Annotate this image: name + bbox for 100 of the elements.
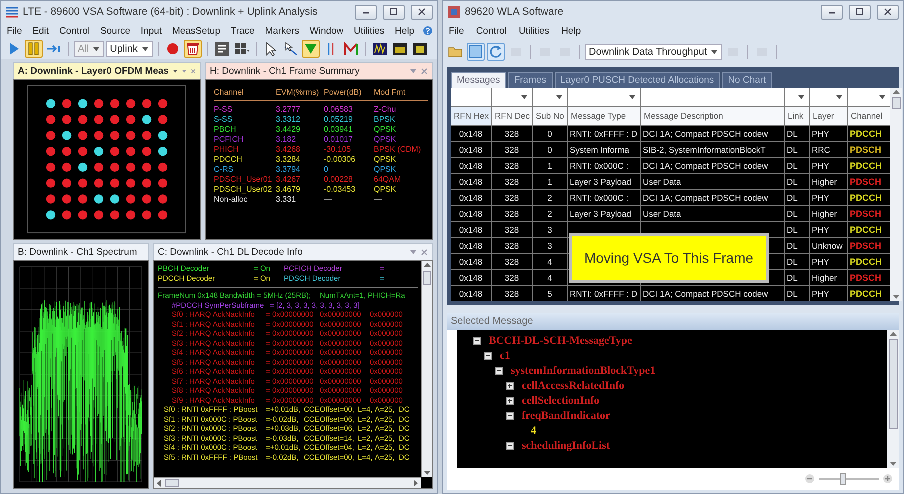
menu-item[interactable]: Input bbox=[138, 26, 164, 36]
modulation-format: QPSK bbox=[374, 185, 398, 194]
tree-expander[interactable] bbox=[506, 412, 514, 420]
trace-chart-button[interactable] bbox=[370, 40, 389, 58]
tree-expander[interactable] bbox=[495, 366, 503, 374]
menu-item[interactable]: Utilities bbox=[516, 26, 552, 36]
help-icon bbox=[422, 26, 433, 36]
table-cell: DCI 1A; Compact PDSCH codew bbox=[641, 190, 784, 205]
vertical-scrollbar[interactable] bbox=[887, 330, 899, 468]
caret-icon bbox=[629, 94, 636, 100]
scroll-thumb[interactable] bbox=[165, 479, 179, 487]
horizontal-scrollbar[interactable] bbox=[154, 477, 421, 488]
panel-chart-button[interactable] bbox=[410, 40, 429, 58]
filter-field[interactable] bbox=[785, 88, 809, 106]
tree-expander[interactable] bbox=[506, 382, 514, 390]
dropdown[interactable]: Downlink Data Throughput bbox=[585, 44, 722, 60]
column-header[interactable]: Message Type bbox=[568, 107, 640, 125]
maximize-button[interactable] bbox=[849, 4, 871, 20]
table-cell: PHY bbox=[810, 222, 847, 237]
filter-field[interactable] bbox=[641, 88, 784, 106]
menu-item[interactable]: Markers bbox=[263, 26, 302, 36]
menu-item[interactable]: Control bbox=[57, 26, 92, 36]
panel-chart-icon bbox=[412, 41, 428, 57]
table-cell: 328 bbox=[492, 286, 532, 301]
column-header[interactable]: Sub No bbox=[533, 107, 567, 125]
bin-button[interactable] bbox=[184, 40, 202, 58]
tree-expander[interactable] bbox=[506, 442, 514, 450]
column-header[interactable]: Message Description bbox=[641, 107, 784, 125]
menu-item[interactable]: File bbox=[447, 26, 466, 36]
window-icon bbox=[468, 44, 484, 60]
tree-node-label[interactable]: schedulingInfoList bbox=[522, 440, 610, 452]
column-header[interactable]: RFN Hex bbox=[451, 107, 491, 125]
filter-field[interactable] bbox=[492, 88, 532, 106]
tab[interactable]: Frames bbox=[508, 72, 553, 88]
annotation-button[interactable] bbox=[212, 40, 231, 58]
tab[interactable]: Layer0 PUSCH Detected Allocations bbox=[554, 72, 720, 88]
refresh-icon bbox=[488, 44, 504, 60]
menu-item[interactable]: Source bbox=[98, 26, 133, 36]
window-button[interactable] bbox=[467, 43, 485, 61]
panel-header[interactable]: B: Downlink - Ch1 Spectrum bbox=[13, 243, 149, 260]
tree-node-label[interactable]: BCCH-DL-SCH-MessageType bbox=[489, 334, 632, 346]
maximize-button[interactable] bbox=[383, 4, 405, 20]
table-cell: 328 bbox=[492, 142, 532, 157]
modulation-format: 64QAM bbox=[374, 175, 402, 184]
close-button[interactable] bbox=[411, 4, 433, 20]
filter-field[interactable] bbox=[533, 88, 567, 106]
column-header[interactable]: RFN Dec bbox=[492, 107, 532, 125]
filter-field[interactable] bbox=[568, 88, 640, 106]
dropdown[interactable]: Uplink bbox=[106, 41, 153, 57]
tab[interactable]: Messages bbox=[451, 72, 506, 88]
column-header[interactable]: Channel bbox=[848, 107, 890, 125]
table-cell: 0x148 bbox=[451, 286, 491, 301]
tree-expander[interactable] bbox=[506, 396, 514, 404]
menu-item[interactable]: Trace bbox=[228, 26, 257, 36]
panel-header[interactable]: C: Downlink - Ch1 DL Decode Info bbox=[153, 243, 433, 260]
table-cell: 328 bbox=[492, 206, 532, 221]
menu-item[interactable]: Utilities bbox=[352, 26, 387, 36]
column-header[interactable]: Layer bbox=[810, 107, 847, 125]
tree-expander[interactable] bbox=[484, 352, 492, 360]
menu-item[interactable]: Window bbox=[308, 26, 346, 36]
panel-header[interactable]: H: Downlink - Ch1 Frame Summary bbox=[205, 62, 433, 79]
scroll-thumb[interactable] bbox=[892, 97, 900, 109]
scroll-thumb[interactable] bbox=[888, 339, 898, 429]
scroll-up-icon bbox=[890, 332, 896, 336]
close-button[interactable] bbox=[877, 4, 899, 20]
tree-node-label[interactable]: systemInformationBlockType1 bbox=[511, 364, 656, 376]
menu-item[interactable]: Help bbox=[393, 26, 417, 36]
tree-node-label[interactable]: freqBandIndicator bbox=[522, 410, 610, 422]
table-cell: DL bbox=[785, 158, 809, 173]
table-cell: 1 bbox=[533, 158, 567, 173]
vertical-scrollbar[interactable] bbox=[421, 261, 432, 477]
channel-name: PBCH bbox=[214, 125, 238, 134]
refresh-button[interactable] bbox=[487, 43, 505, 61]
filter-field[interactable] bbox=[810, 88, 847, 106]
column-header[interactable]: Link bbox=[785, 107, 809, 125]
tree-expander[interactable] bbox=[473, 336, 481, 344]
filter-field[interactable] bbox=[848, 88, 890, 106]
minimize-button[interactable] bbox=[355, 4, 377, 20]
panel-header[interactable]: A: Downlink - Layer0 OFDM Meas bbox=[13, 62, 201, 79]
tab[interactable]: No Chart bbox=[722, 72, 772, 88]
menu-item[interactable]: Help bbox=[560, 26, 584, 36]
menu-item[interactable]: File bbox=[5, 26, 24, 36]
pause-button[interactable] bbox=[25, 40, 43, 58]
menu-item[interactable]: Control bbox=[474, 26, 509, 36]
column-header: EVM(%rms) bbox=[276, 88, 324, 101]
tree-node-label[interactable]: cellAccessRelatedInfo bbox=[522, 380, 625, 392]
vertical-scrollbar[interactable] bbox=[890, 88, 902, 301]
tree-node-label[interactable]: c1 bbox=[500, 350, 510, 362]
menu-item[interactable]: MeasSetup bbox=[170, 26, 222, 36]
close-icon bbox=[421, 248, 428, 256]
tree-node-label[interactable]: cellSelectionInfo bbox=[522, 394, 600, 406]
table-cell: 328 bbox=[492, 238, 532, 253]
peak-line-button[interactable] bbox=[342, 40, 360, 58]
menu-item[interactable]: Edit bbox=[30, 26, 52, 36]
bar-chart-button[interactable] bbox=[390, 40, 409, 58]
filter-field[interactable] bbox=[451, 88, 491, 106]
table-cell: PDSCH bbox=[850, 272, 882, 282]
slider-thumb[interactable] bbox=[840, 473, 846, 485]
minimize-button[interactable] bbox=[821, 4, 843, 20]
scroll-thumb[interactable] bbox=[423, 271, 431, 285]
